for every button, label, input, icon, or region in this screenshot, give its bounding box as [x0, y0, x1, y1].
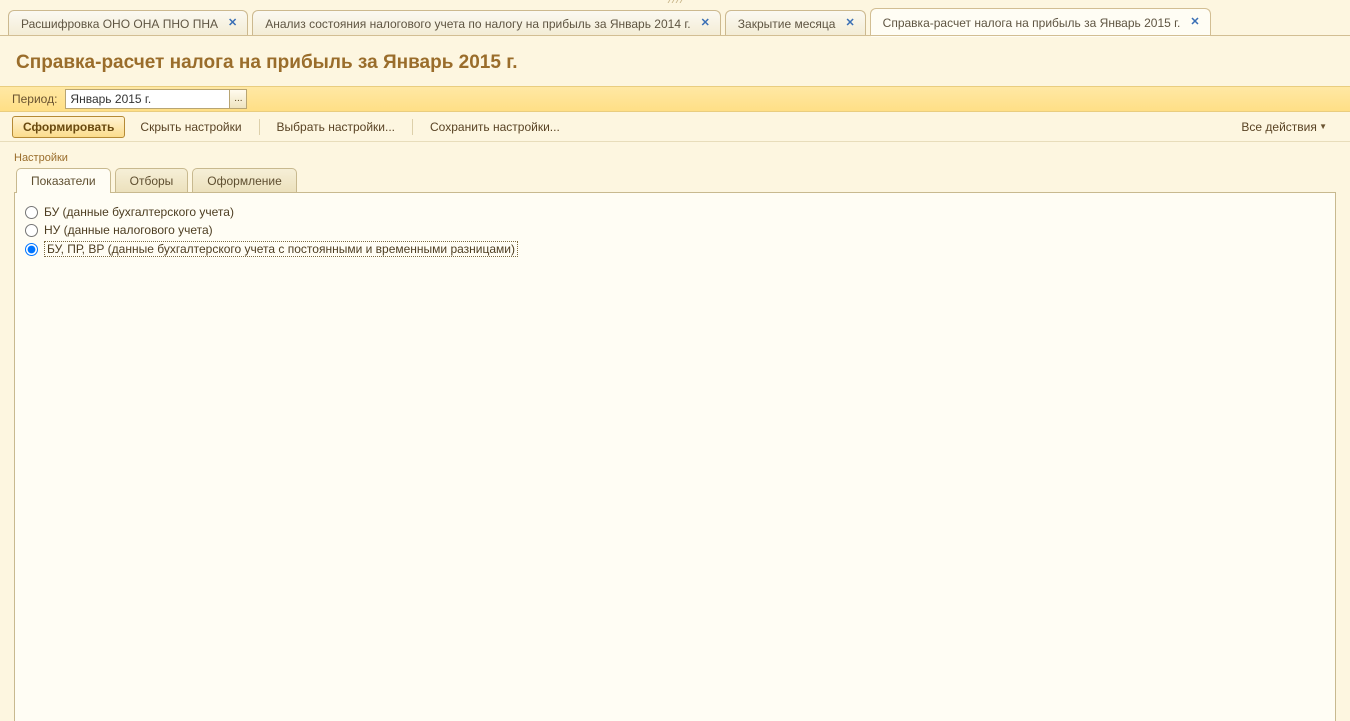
period-label: Период:	[12, 92, 57, 106]
ellipsis-icon: ...	[234, 94, 242, 104]
tab-indicators[interactable]: Показатели	[16, 168, 111, 192]
radio-bu[interactable]: БУ (данные бухгалтерского учета)	[25, 205, 1325, 219]
settings-panel: БУ (данные бухгалтерского учета) НУ (дан…	[14, 192, 1336, 721]
settings-group: Настройки Показатели Отборы Оформление Б…	[14, 152, 1336, 721]
toolbar-separator	[259, 119, 260, 135]
toolbar-separator	[412, 119, 413, 135]
settings-tabs: Показатели Отборы Оформление	[16, 168, 1336, 192]
tab-decoding-ono[interactable]: Расшифровка ОНО ОНА ПНО ПНА ✕	[8, 10, 248, 36]
tab-filters[interactable]: Отборы	[115, 168, 189, 192]
radio-bu-input[interactable]	[25, 206, 38, 219]
radio-bu-label: БУ (данные бухгалтерского учета)	[44, 205, 234, 219]
radio-bu-pr-vr[interactable]: БУ, ПР, ВР (данные бухгалтерского учета …	[25, 241, 1325, 257]
all-actions-label: Все действия	[1241, 120, 1316, 134]
tab-format[interactable]: Оформление	[192, 168, 296, 192]
tab-report-2015[interactable]: Справка-расчет налога на прибыль за Янва…	[870, 8, 1211, 36]
radio-bu-pr-vr-input[interactable]	[25, 243, 38, 256]
period-picker-button[interactable]: ...	[229, 89, 247, 109]
tab-label: Справка-расчет налога на прибыль за Янва…	[883, 16, 1181, 30]
close-icon[interactable]: ✕	[228, 18, 237, 29]
choose-settings-button[interactable]: Выбрать настройки...	[266, 116, 406, 138]
period-bar: Период: ...	[0, 86, 1350, 112]
tab-label: Расшифровка ОНО ОНА ПНО ПНА	[21, 17, 218, 31]
main-tabbar: Расшифровка ОНО ОНА ПНО ПНА ✕ Анализ сос…	[0, 4, 1350, 36]
period-input[interactable]	[65, 89, 229, 109]
tab-analysis-2014[interactable]: Анализ состояния налогового учета по нал…	[252, 10, 721, 36]
radio-nu-label: НУ (данные налогового учета)	[44, 223, 213, 237]
radio-bu-pr-vr-label: БУ, ПР, ВР (данные бухгалтерского учета …	[44, 241, 518, 257]
settings-legend: Настройки	[14, 152, 1336, 168]
chevron-down-icon: ▼	[1317, 122, 1327, 131]
tab-label: Анализ состояния налогового учета по нал…	[265, 17, 690, 31]
save-settings-button[interactable]: Сохранить настройки...	[419, 116, 571, 138]
all-actions-button[interactable]: Все действия ▼	[1230, 116, 1338, 138]
radio-nu-input[interactable]	[25, 224, 38, 237]
close-icon[interactable]: ✕	[701, 18, 710, 29]
page-title: Справка-расчет налога на прибыль за Янва…	[0, 36, 1350, 86]
hide-settings-button[interactable]: Скрыть настройки	[129, 116, 252, 138]
close-icon[interactable]: ✕	[1190, 17, 1199, 28]
close-icon[interactable]: ✕	[845, 18, 854, 29]
tab-label: Закрытие месяца	[738, 17, 836, 31]
form-button[interactable]: Сформировать	[12, 116, 125, 138]
tab-month-close[interactable]: Закрытие месяца ✕	[725, 10, 866, 36]
radio-nu[interactable]: НУ (данные налогового учета)	[25, 223, 1325, 237]
toolbar: Сформировать Скрыть настройки Выбрать на…	[0, 112, 1350, 142]
period-field-wrap: ...	[65, 89, 247, 109]
